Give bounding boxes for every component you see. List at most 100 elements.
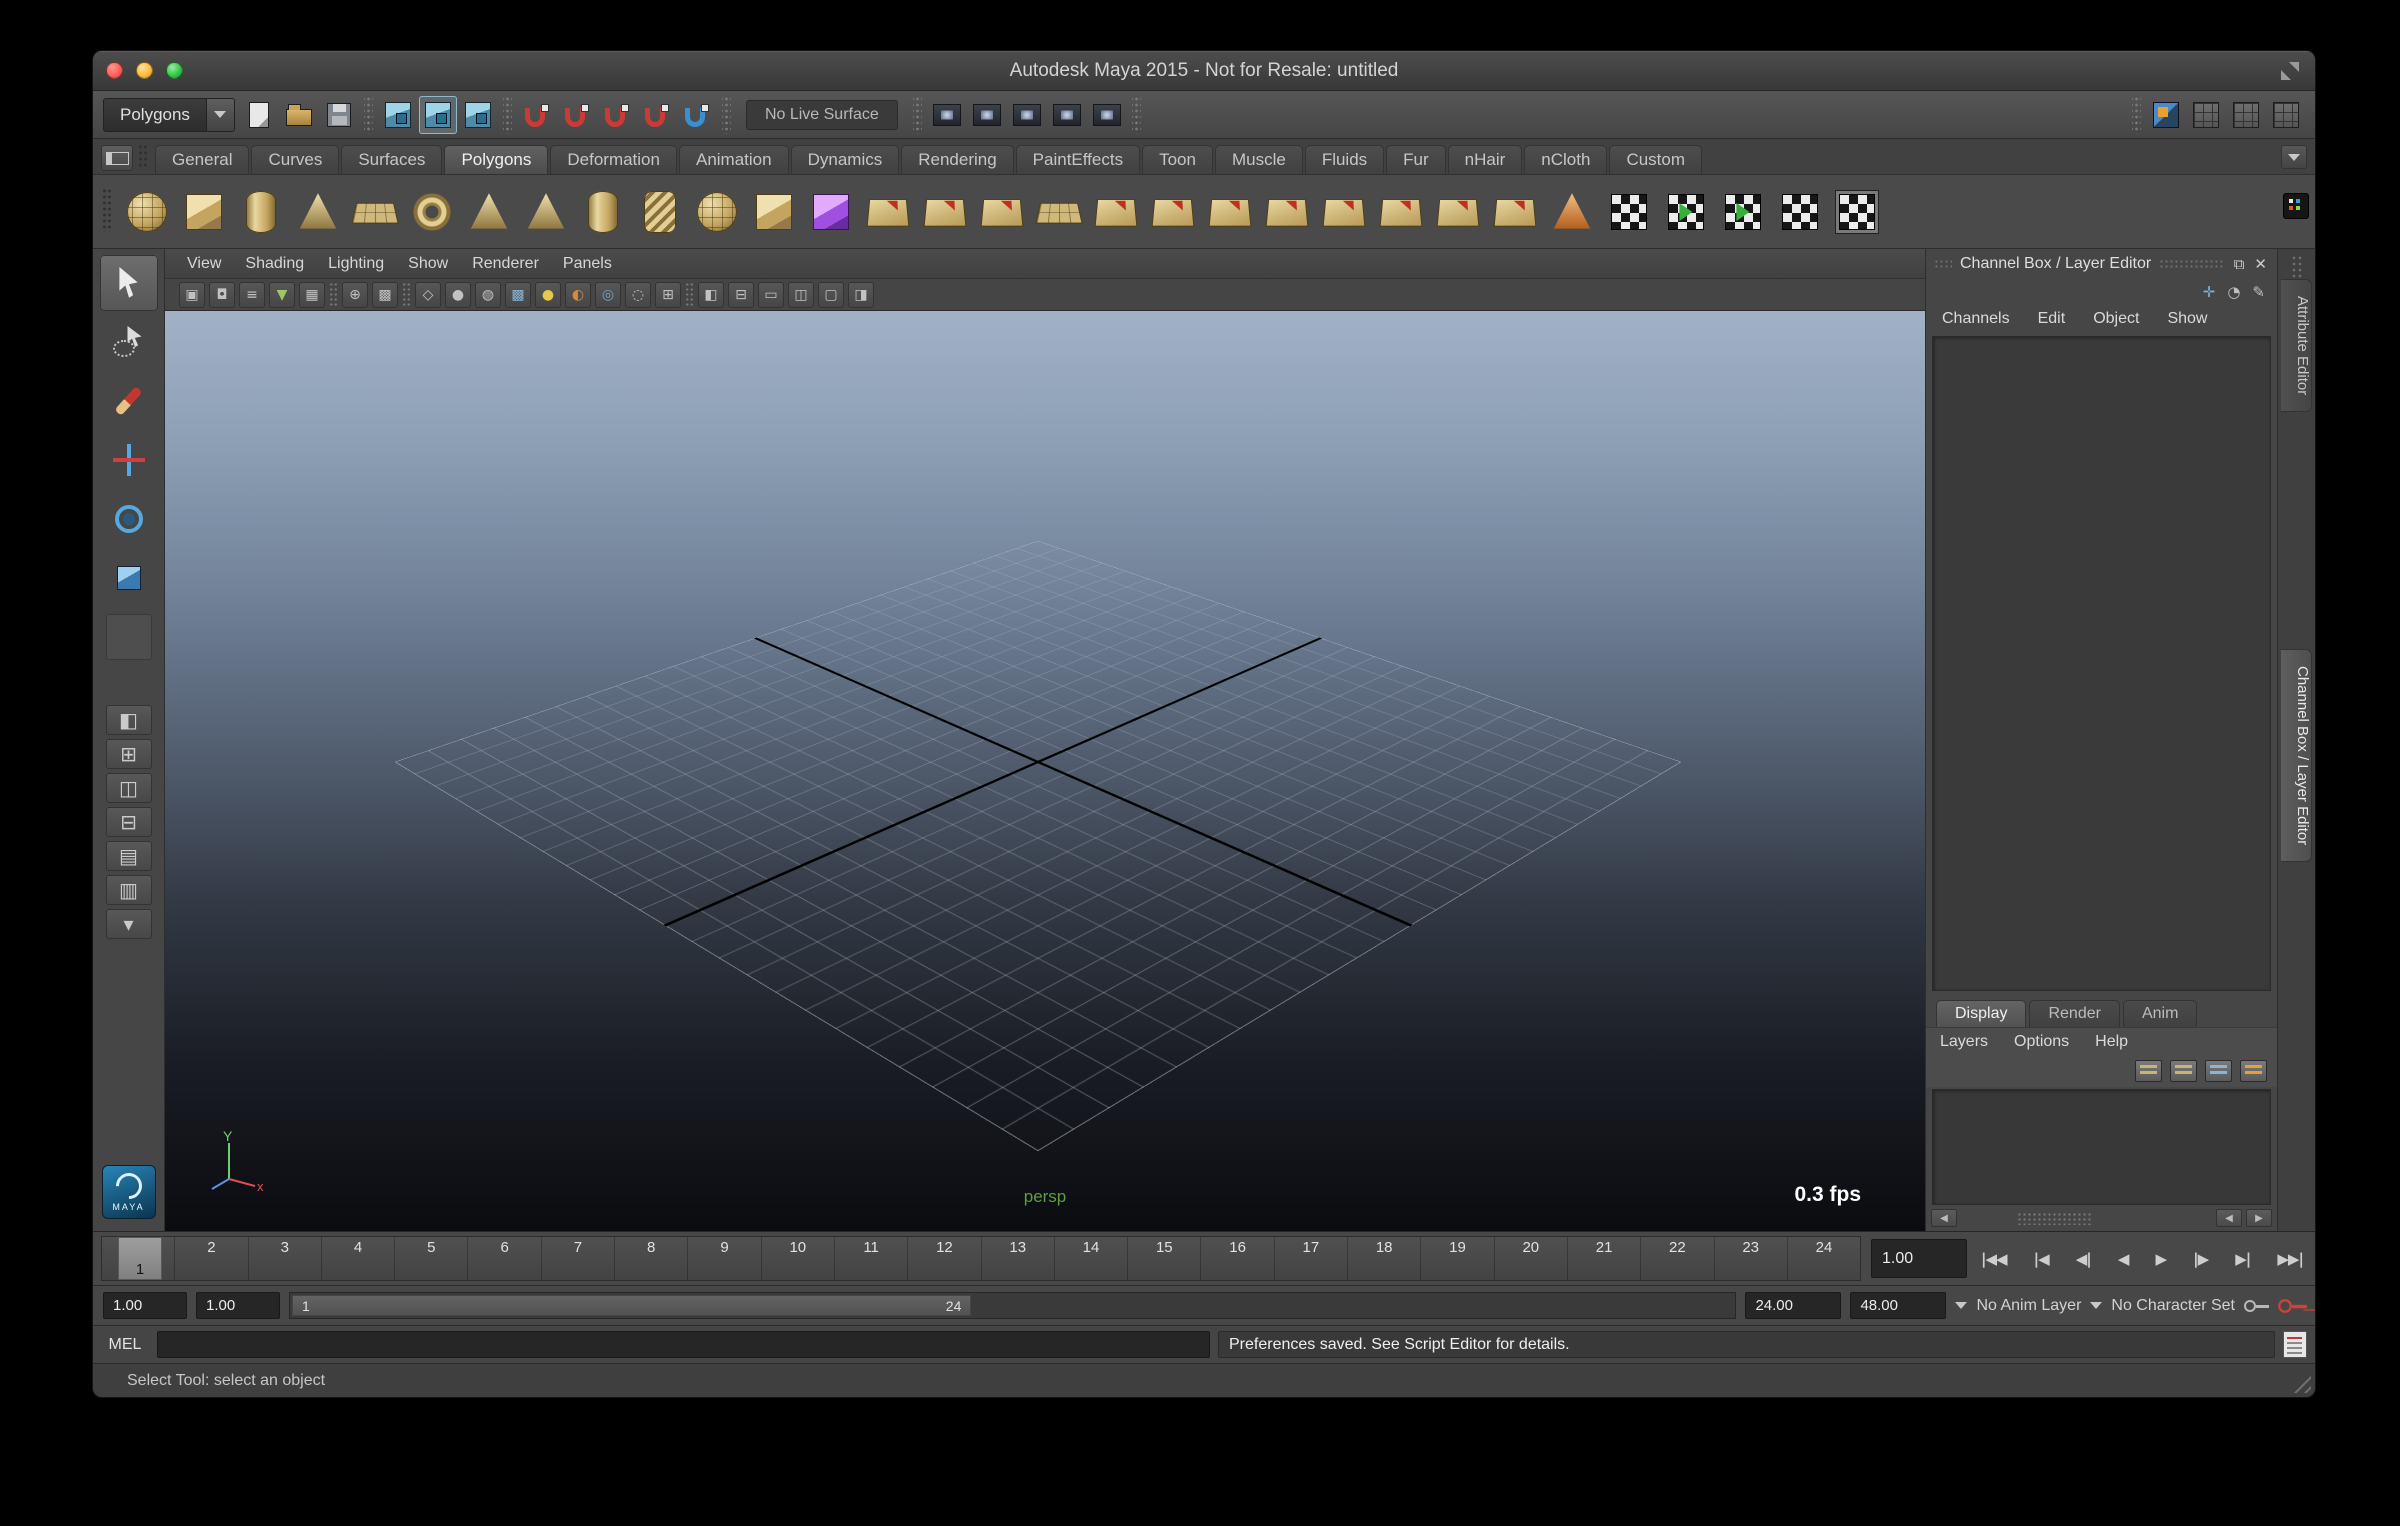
gate-mask-icon[interactable]: ◫ — [788, 282, 814, 308]
expand-window-icon[interactable] — [2281, 62, 2299, 80]
make-live-icon[interactable] — [678, 96, 716, 134]
snap-to-grids-icon[interactable] — [518, 96, 556, 134]
step-forward-frame-button[interactable]: ▶| — [2235, 1250, 2250, 1268]
render-settings-icon[interactable] — [1088, 96, 1126, 134]
append-polygon-icon[interactable] — [1488, 185, 1542, 239]
shelf-tab-deformation[interactable]: Deformation — [550, 145, 677, 174]
new-scene-icon[interactable] — [240, 96, 278, 134]
channel-box-menu-show[interactable]: Show — [2167, 310, 2207, 328]
frame-tick[interactable]: 3 — [248, 1237, 321, 1280]
open-scene-icon[interactable] — [280, 96, 318, 134]
shelf-tab-polygons[interactable]: Polygons — [444, 145, 548, 174]
speed-state-icon[interactable]: ◔ — [2227, 283, 2240, 301]
frame-tick[interactable]: 8 — [614, 1237, 687, 1280]
shelf-tab-general[interactable]: General — [155, 145, 249, 174]
shelf-editor-icon[interactable] — [2283, 193, 2309, 219]
snap-to-view-planes-icon[interactable] — [638, 96, 676, 134]
two-pane-stacked-layout-button[interactable]: ⊟ — [106, 807, 152, 837]
automatic-mapping-icon[interactable] — [1773, 185, 1827, 239]
layer-list[interactable] — [1932, 1089, 2271, 1205]
paint-selection-tool[interactable] — [100, 373, 158, 429]
go-to-playback-start-button[interactable]: |◀◀ — [1981, 1250, 2007, 1268]
delete-edge-icon[interactable] — [1374, 185, 1428, 239]
channel-box-menu-object[interactable]: Object — [2093, 310, 2139, 328]
frame-tick[interactable]: 4 — [321, 1237, 394, 1280]
2d-pan-zoom-icon[interactable]: ⊕ — [342, 282, 368, 308]
render-current-frame-icon[interactable] — [1008, 96, 1046, 134]
shelf-grip[interactable] — [102, 188, 112, 232]
separate-icon[interactable] — [918, 185, 972, 239]
viewport-menu-view[interactable]: View — [187, 255, 221, 273]
quick-layout-toggle-button[interactable] — [101, 145, 133, 171]
layer-editor-menu-layers[interactable]: Layers — [1940, 1033, 1988, 1051]
range-slider-bar[interactable]: 1 24 — [292, 1295, 971, 1316]
poly-pyramid-icon[interactable] — [519, 185, 573, 239]
time-slider[interactable]: 123456789101112131415161718192021222324 … — [101, 1236, 1861, 1281]
shelf-tab-custom[interactable]: Custom — [1609, 145, 1702, 174]
play-forwards-button[interactable]: ▶ — [2156, 1250, 2167, 1268]
frame-tick[interactable]: 13 — [981, 1237, 1054, 1280]
field-chart-icon[interactable]: ⊟ — [728, 282, 754, 308]
motion-blur-icon[interactable]: ◌ — [625, 282, 651, 308]
frame-tick[interactable]: 5 — [394, 1237, 467, 1280]
restore-panel-icon[interactable]: ⧉ — [2232, 255, 2247, 273]
viewport-menu-panels[interactable]: Panels — [563, 255, 612, 273]
script-editor-icon[interactable] — [2283, 1331, 2307, 1358]
show-tool-settings-icon[interactable] — [2227, 96, 2265, 134]
image-plane-icon[interactable]: ▦ — [299, 282, 325, 308]
shelf-tab-dynamics[interactable]: Dynamics — [791, 145, 900, 174]
toolbar-divider[interactable] — [364, 96, 373, 134]
frame-tick[interactable]: 24 — [1787, 1237, 1860, 1280]
channel-box-header[interactable]: Channel Box / Layer Editor ⧉✕ — [1926, 249, 2277, 279]
toolbar-divider[interactable] — [2132, 96, 2141, 134]
new-empty-layer-icon[interactable] — [2135, 1060, 2162, 1082]
channel-box-menu-edit[interactable]: Edit — [2038, 310, 2066, 328]
persp-outliner-layout-button[interactable]: ◫ — [106, 773, 152, 803]
toolbar-divider[interactable] — [503, 96, 512, 134]
mel-command-input[interactable] — [157, 1331, 1210, 1358]
shelf-tab-fur[interactable]: Fur — [1386, 145, 1446, 174]
layer-editor-menu-help[interactable]: Help — [2095, 1033, 2128, 1051]
title-bar[interactable]: Autodesk Maya 2015 - Not for Resale: unt… — [93, 51, 2315, 91]
isolate-select-icon[interactable]: ◧ — [698, 282, 724, 308]
select-tool[interactable] — [100, 255, 158, 311]
step-forward-key-button[interactable]: |▶ — [2193, 1250, 2208, 1268]
frame-tick[interactable]: 10 — [761, 1237, 834, 1280]
spherical-mapping-icon[interactable] — [1716, 185, 1770, 239]
frame-tick[interactable]: 21 — [1567, 1237, 1640, 1280]
shelf-tab-rendering[interactable]: Rendering — [901, 145, 1013, 174]
toolbar-divider[interactable] — [1132, 96, 1141, 134]
select-camera-icon[interactable]: ▣ — [179, 282, 205, 308]
zoom-window-button[interactable] — [166, 62, 183, 79]
shelf-tab-fluids[interactable]: Fluids — [1305, 145, 1384, 174]
multisample-icon[interactable]: ⊞ — [655, 282, 681, 308]
shelf-grip[interactable] — [138, 144, 148, 170]
scroll-right-button[interactable]: ▶ — [2246, 1209, 2272, 1227]
shelf-tab-surfaces[interactable]: Surfaces — [341, 145, 442, 174]
playback-start-field[interactable]: 1.00 — [196, 1292, 280, 1319]
menu-set-dropdown[interactable]: Polygons — [103, 98, 235, 132]
smooth-icon[interactable] — [1032, 185, 1086, 239]
window-resize-grip[interactable] — [2289, 1371, 2311, 1393]
save-scene-icon[interactable] — [320, 96, 358, 134]
shelf-tab-muscle[interactable]: Muscle — [1215, 145, 1303, 174]
extract-icon[interactable] — [975, 185, 1029, 239]
scale-tool[interactable] — [100, 550, 158, 606]
use-all-lights-icon[interactable]: ● — [535, 282, 561, 308]
safe-display-icon[interactable]: ▢ — [818, 282, 844, 308]
poly-torus-icon[interactable] — [405, 185, 459, 239]
persp-graph-layout-button[interactable]: ▤ — [106, 841, 152, 871]
booleans-icon[interactable] — [804, 185, 858, 239]
panel-grip[interactable] — [1934, 259, 1952, 269]
new-layer-from-selected-icon[interactable] — [2170, 1060, 2197, 1082]
poly-prism-icon[interactable] — [462, 185, 516, 239]
shelf-options-button[interactable] — [2281, 145, 2307, 169]
layout-menu-button[interactable]: ▾ — [106, 909, 152, 939]
step-back-key-button[interactable]: ◀| — [2076, 1250, 2091, 1268]
manipulator-icon[interactable]: ✛ — [2203, 283, 2216, 301]
viewport-menu-shading[interactable]: Shading — [245, 255, 304, 273]
snap-to-curves-icon[interactable] — [558, 96, 596, 134]
time-slider-playhead[interactable]: 1 — [118, 1237, 162, 1280]
command-language-toggle[interactable]: MEL — [101, 1336, 149, 1354]
frame-tick[interactable]: 15 — [1127, 1237, 1200, 1280]
